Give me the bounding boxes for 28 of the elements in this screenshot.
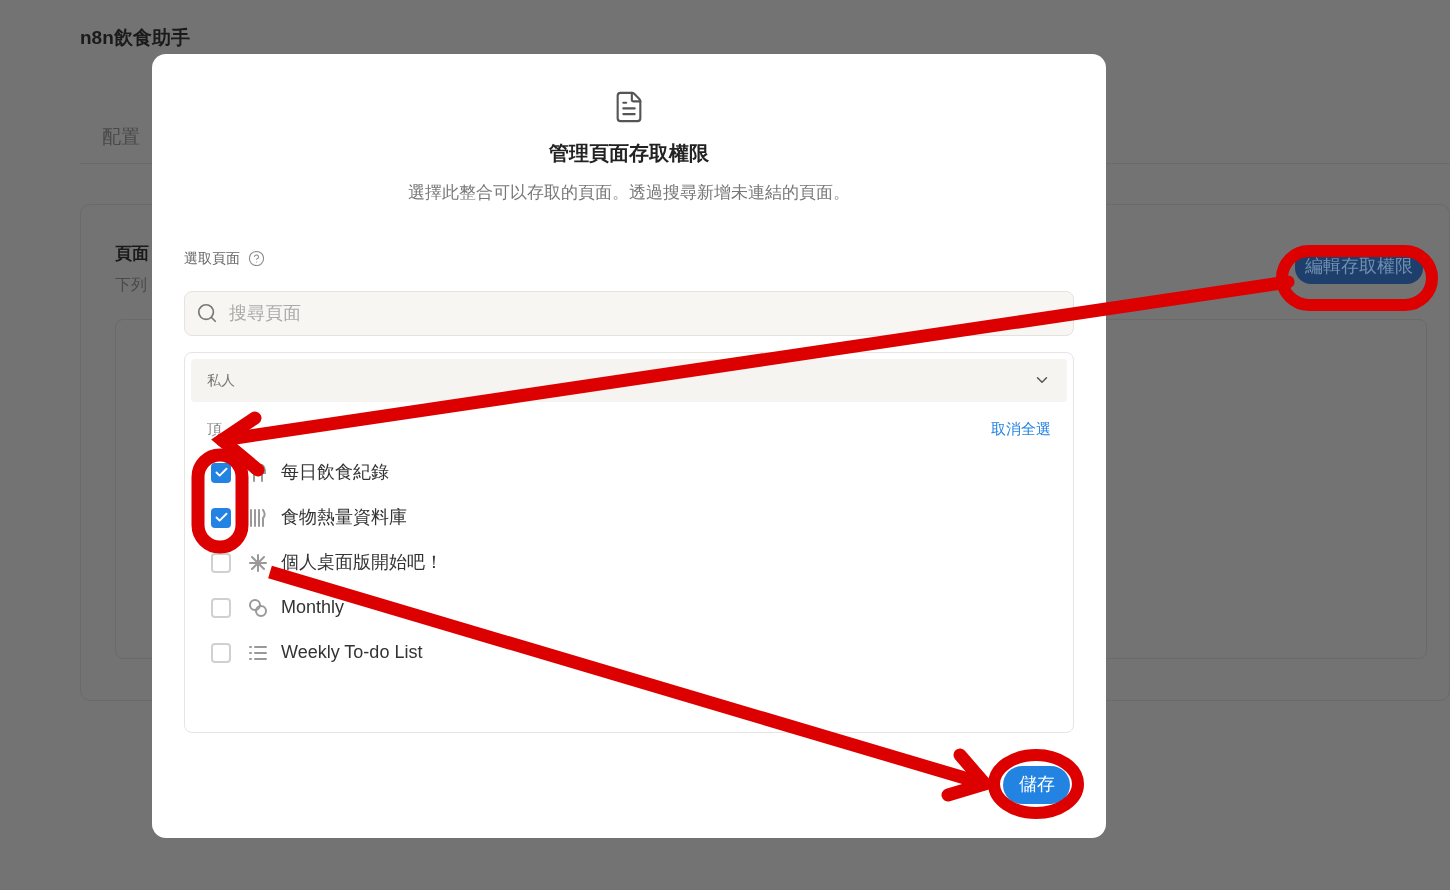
page-title: n8n飲食助手	[80, 26, 190, 50]
checkbox[interactable]	[211, 552, 231, 573]
check-icon	[213, 465, 229, 480]
save-button[interactable]: 儲存	[1003, 765, 1070, 804]
search-icon	[196, 301, 218, 324]
checkbox[interactable]	[211, 462, 231, 483]
dialog-subtitle: 選擇此整合可以存取的頁面。透過搜尋新增未連結的頁面。	[408, 182, 850, 204]
checkbox[interactable]	[211, 642, 231, 663]
checkbox[interactable]	[211, 507, 231, 528]
group-header[interactable]: 私人	[191, 358, 1067, 402]
page-title-text[interactable]: 個人桌面版開始吧！	[281, 549, 443, 576]
page-icon	[249, 553, 267, 572]
section-label: 選取頁面	[184, 248, 240, 268]
page-title-text[interactable]: 每日飲食紀錄	[281, 459, 389, 486]
page-title-text[interactable]: Weekly To-do List	[281, 639, 423, 666]
page-icon	[249, 598, 267, 617]
check-icon	[213, 510, 229, 525]
page-icon	[249, 643, 267, 662]
page-title-text[interactable]: 食物熱量資料庫	[281, 504, 407, 531]
checkbox[interactable]	[211, 597, 231, 618]
dialog-title: 管理頁面存取權限	[549, 141, 709, 166]
deselect-all-link[interactable]: 取消全選	[991, 417, 1051, 440]
page-title-text[interactable]: Monthly	[281, 594, 345, 621]
page-icon	[249, 508, 267, 527]
subheading: 頂	[207, 418, 222, 439]
help-icon[interactable]	[248, 249, 265, 267]
search-field[interactable]: 搜尋頁面	[184, 290, 1074, 336]
card-title: 頁面	[115, 243, 149, 265]
